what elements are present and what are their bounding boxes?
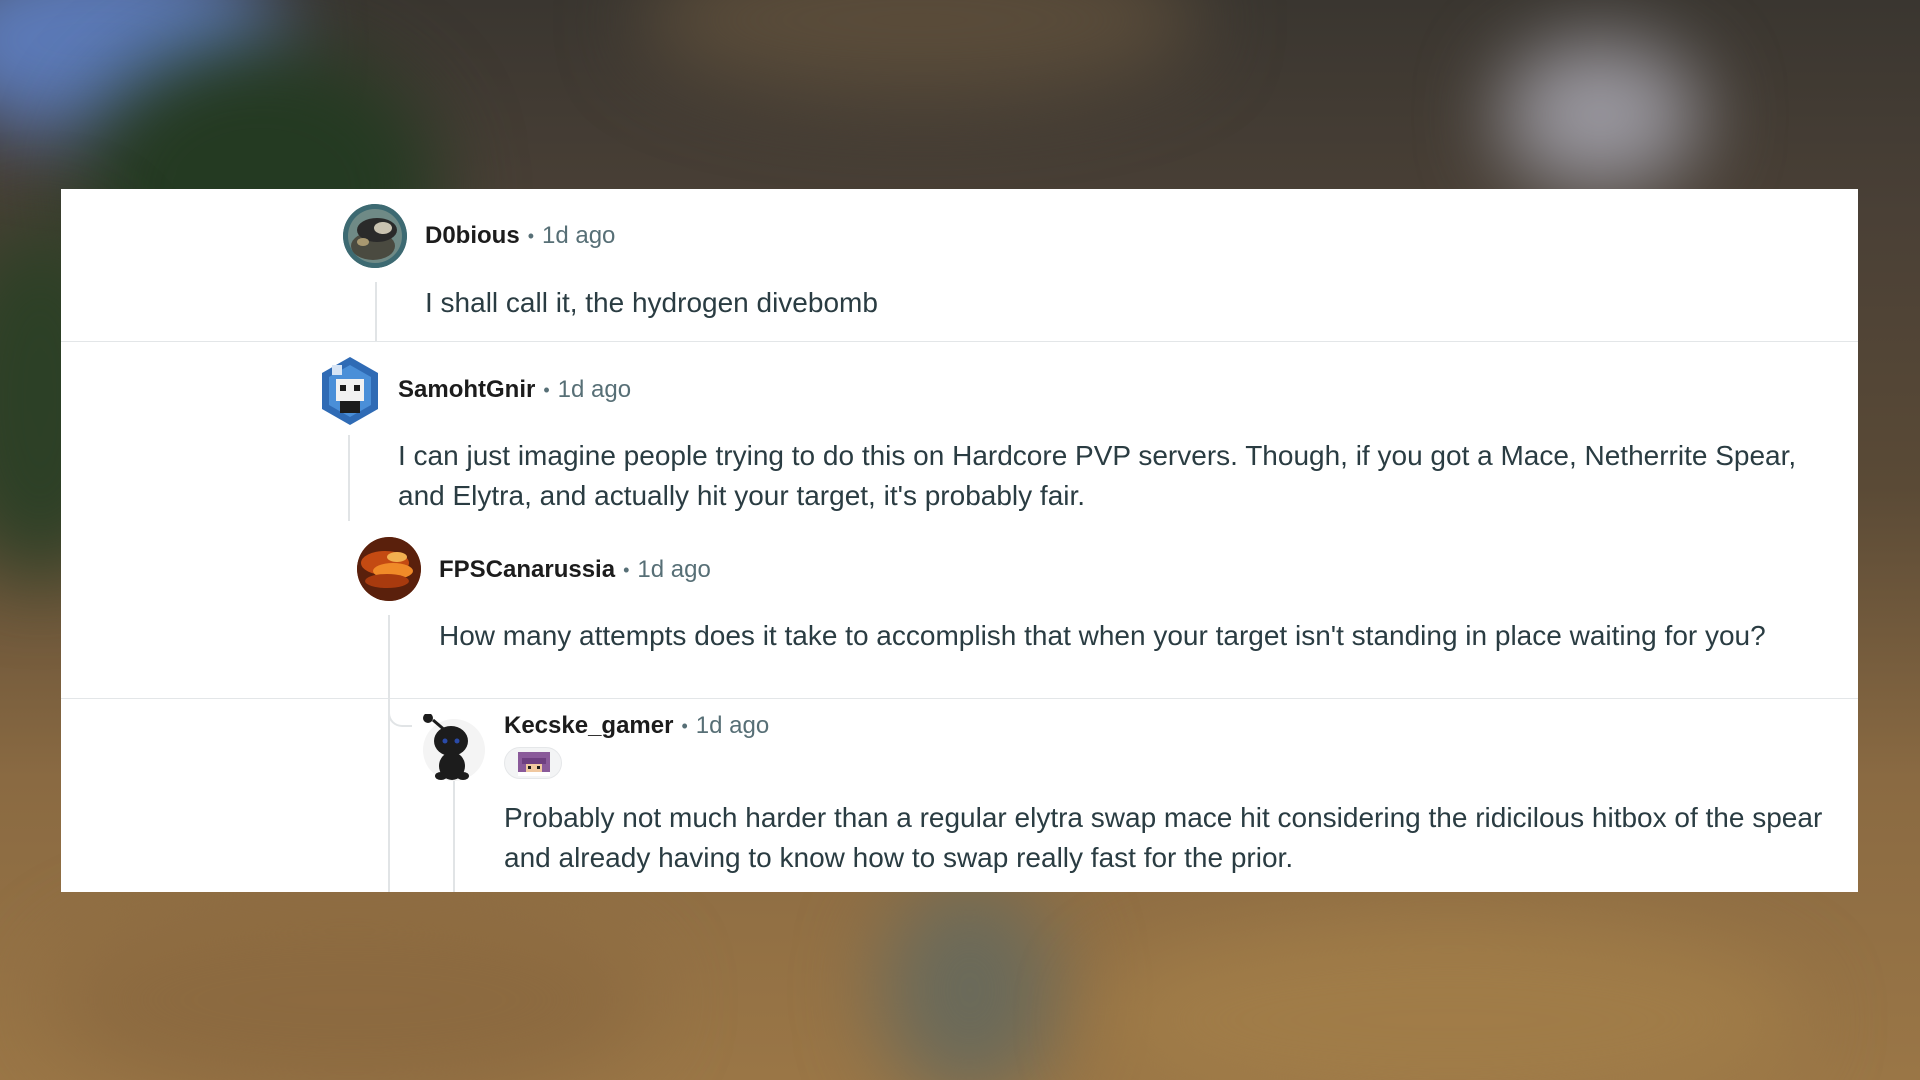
hexagon-character-avatar-icon[interactable] bbox=[318, 355, 382, 427]
user-flair bbox=[504, 747, 562, 779]
author-name[interactable]: FPSCanarussia bbox=[439, 556, 615, 584]
comment-timestamp[interactable]: 1d ago bbox=[637, 556, 710, 584]
thread-line bbox=[388, 615, 390, 892]
comment-divider bbox=[61, 341, 1858, 342]
comment-body: I shall call it, the hydrogen divebomb bbox=[425, 287, 878, 318]
meta-separator: • bbox=[623, 559, 630, 580]
comment-body: I can just imagine people trying to do t… bbox=[398, 440, 1797, 511]
comment-timestamp[interactable]: 1d ago bbox=[558, 376, 631, 404]
comment-thread-panel: D0bious • 1d ago I shall call it, the hy… bbox=[61, 189, 1858, 892]
thread-line bbox=[348, 435, 350, 521]
thread-elbow bbox=[388, 701, 412, 727]
comment-meta: SamohtGnir • 1d ago bbox=[398, 374, 631, 406]
author-name[interactable]: Kecske_gamer bbox=[504, 712, 673, 740]
comment-meta: D0bious • 1d ago bbox=[425, 220, 615, 252]
author-name[interactable]: D0bious bbox=[425, 222, 520, 250]
fire-avatar-icon[interactable] bbox=[357, 537, 421, 601]
thread-line bbox=[375, 282, 377, 341]
meta-separator: • bbox=[543, 379, 550, 400]
meta-separator: • bbox=[527, 225, 534, 246]
comment-body: Probably not much harder than a regular … bbox=[504, 802, 1823, 873]
comment-body: How many attempts does it take to accomp… bbox=[439, 620, 1766, 651]
author-name[interactable]: SamohtGnir bbox=[398, 376, 535, 404]
thread-line bbox=[453, 777, 455, 892]
comment-meta: FPSCanarussia • 1d ago bbox=[439, 554, 711, 586]
comment-timestamp[interactable]: 1d ago bbox=[696, 712, 769, 740]
snoo-avatar-icon[interactable] bbox=[421, 714, 487, 782]
comment-divider bbox=[61, 698, 1858, 699]
comment-timestamp[interactable]: 1d ago bbox=[542, 222, 615, 250]
meta-separator: • bbox=[681, 715, 688, 736]
helmet-avatar-icon[interactable] bbox=[343, 204, 407, 268]
comment-meta: Kecske_gamer • 1d ago bbox=[504, 710, 769, 742]
pixel-character-flair-icon bbox=[518, 752, 550, 776]
